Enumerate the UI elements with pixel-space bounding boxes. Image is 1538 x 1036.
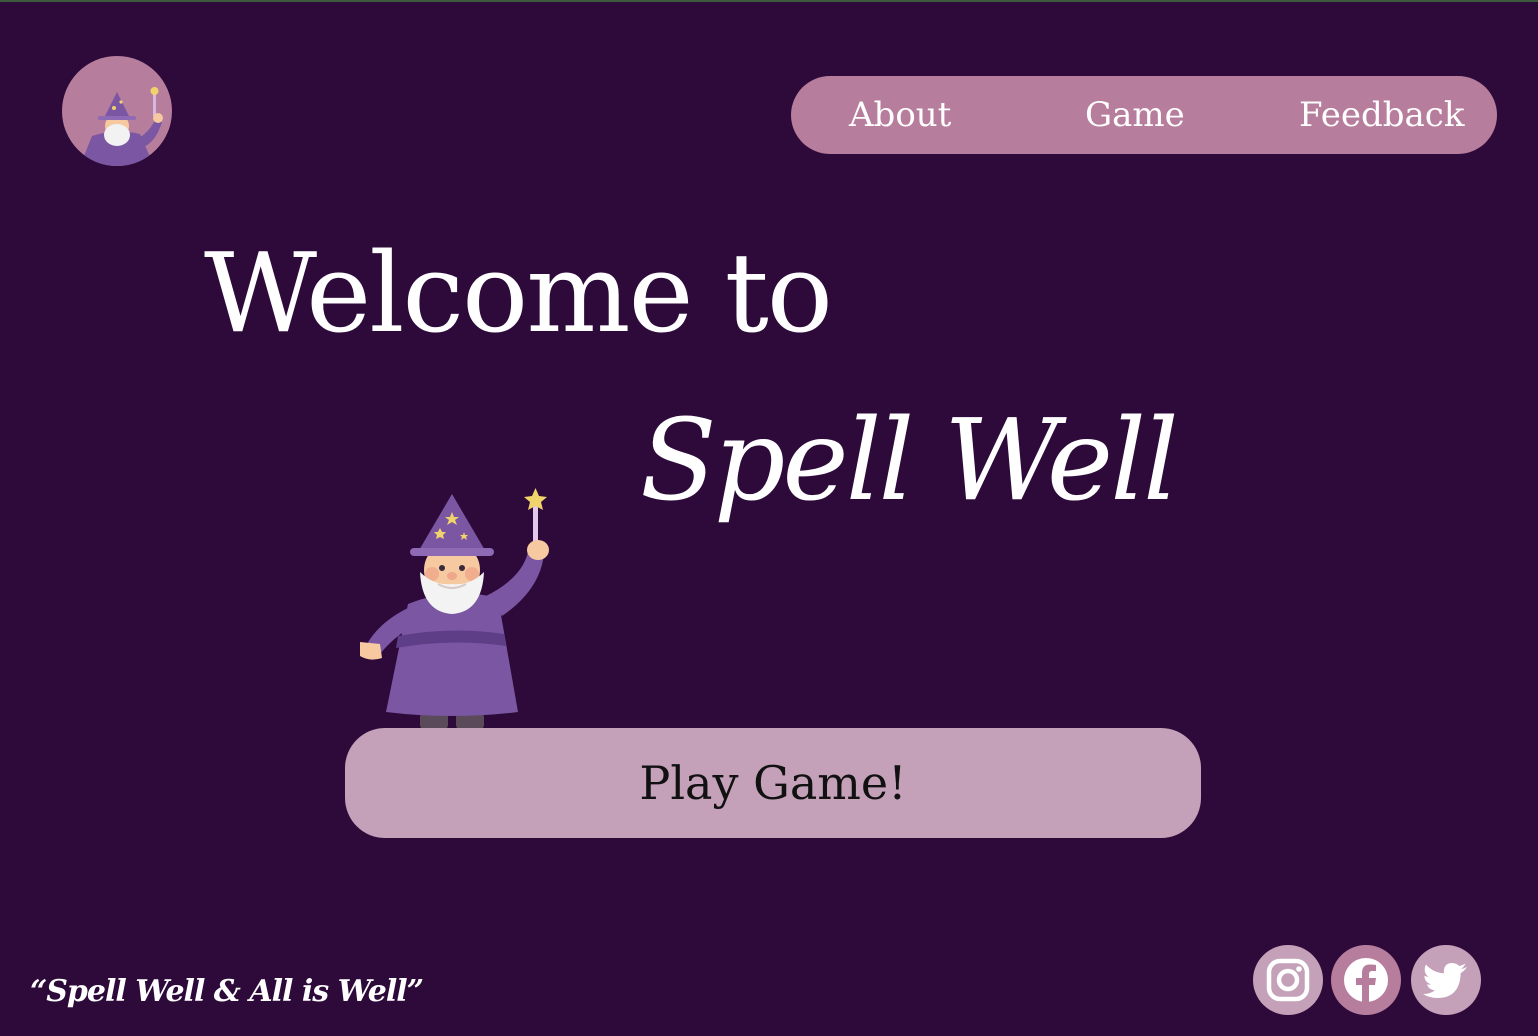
facebook-link[interactable] xyxy=(1331,945,1401,1015)
top-border xyxy=(0,0,1538,2)
instagram-link[interactable] xyxy=(1253,945,1323,1015)
twitter-link[interactable] xyxy=(1411,945,1481,1015)
tagline: “Spell Well & All is Well” xyxy=(30,974,424,1009)
wizard-icon xyxy=(80,87,163,166)
hero-heading-line2: Spell Well xyxy=(640,396,1179,526)
hero-heading-line1: Welcome to xyxy=(204,229,833,357)
nav-bar: About Game Feedback xyxy=(791,76,1497,154)
instagram-icon xyxy=(1266,958,1310,1002)
nav-about-link[interactable]: About xyxy=(849,94,951,136)
play-game-button[interactable]: Play Game! xyxy=(345,728,1201,838)
nav-feedback-link[interactable]: Feedback xyxy=(1299,94,1464,136)
wizard-icon xyxy=(360,488,549,730)
nav-game-link[interactable]: Game xyxy=(1085,94,1185,136)
twitter-icon xyxy=(1423,963,1467,998)
logo[interactable] xyxy=(62,56,172,166)
facebook-icon xyxy=(1344,958,1388,1002)
wizard-illustration xyxy=(352,486,558,730)
